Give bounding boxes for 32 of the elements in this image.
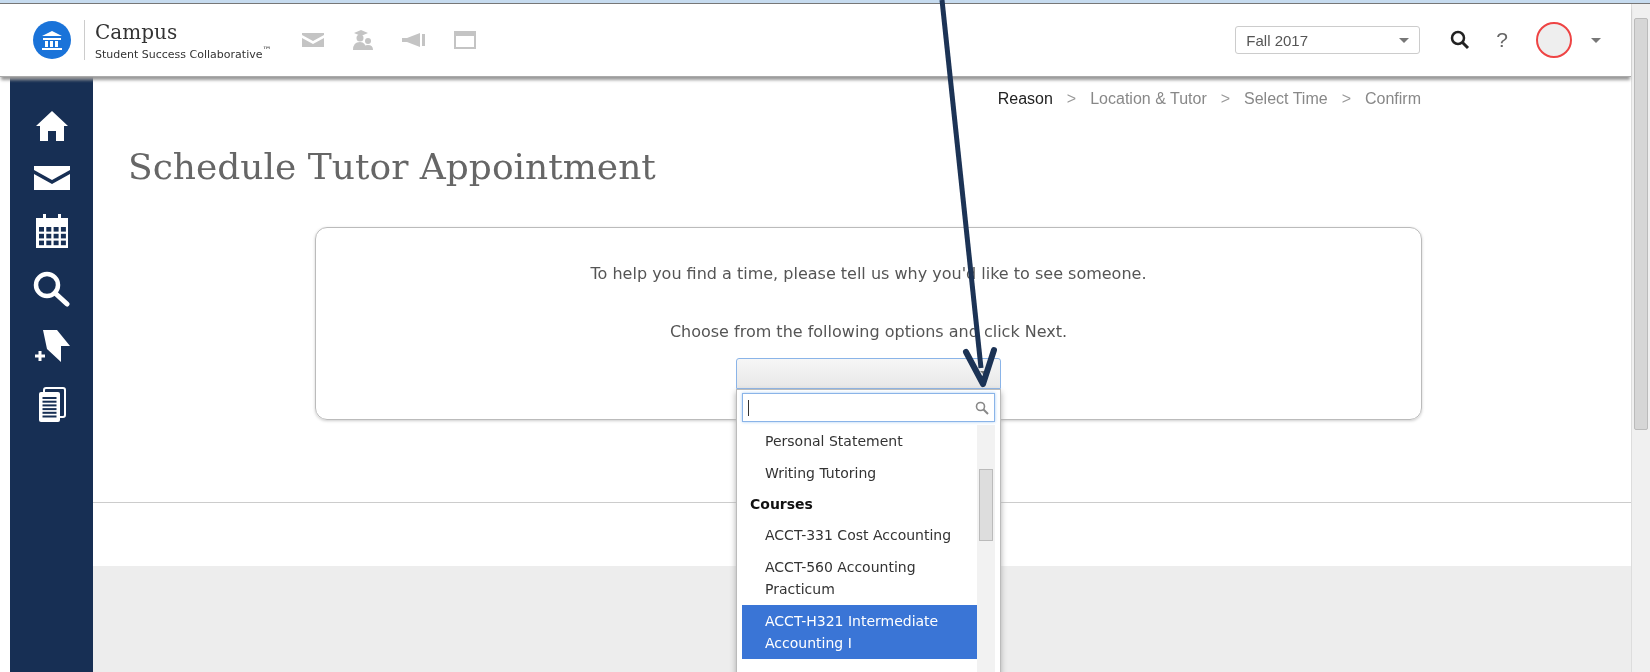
search-icon [975,400,989,415]
breadcrumb-step: Confirm [1365,90,1421,108]
dropdown-option[interactable]: ACCT-560 Accounting Practicum [742,551,977,605]
breadcrumb-step: Reason [997,90,1053,108]
dropdown-option[interactable]: ACCT-H321 Intermediate Accounting I [742,605,977,659]
page-title: Schedule Tutor Appointment [128,146,657,187]
caret-icon[interactable] [1591,37,1601,43]
dropdown-option[interactable]: Writing Tutoring [742,457,977,489]
calendar-icon[interactable] [33,213,70,249]
term-select[interactable]: Fall 2017 [1235,26,1421,54]
scrollbar[interactable] [977,425,995,672]
option-group-label: Courses [749,495,814,514]
mail-icon[interactable] [32,165,71,191]
search-icon[interactable] [1450,30,1471,50]
tag-add-icon[interactable] [32,329,71,365]
breadcrumb-separator: > [1220,90,1231,108]
avatar[interactable] [1536,22,1572,58]
documents-icon[interactable] [36,387,67,423]
search-icon[interactable] [32,271,71,307]
app-subtitle: Student Success Collaborative$^{™}$ [95,43,272,61]
scrollbar[interactable] [1631,4,1650,672]
logo-icon[interactable] [33,21,71,59]
search-field[interactable] [742,393,995,422]
dropdown-option[interactable]: ACCT-331 Cost Accounting [742,519,977,551]
breadcrumb-separator: > [1066,90,1077,108]
reason-select[interactable] [736,358,1001,389]
app-title: Campus [95,19,179,44]
breadcrumb-step: Select Time [1244,90,1328,108]
breadcrumb-step: Location & Tutor [1090,90,1207,108]
dropdown-option[interactable]: Personal Statement [742,425,977,457]
help-button[interactable]: ? [1496,28,1508,52]
breadcrumb-separator: > [1341,90,1351,108]
